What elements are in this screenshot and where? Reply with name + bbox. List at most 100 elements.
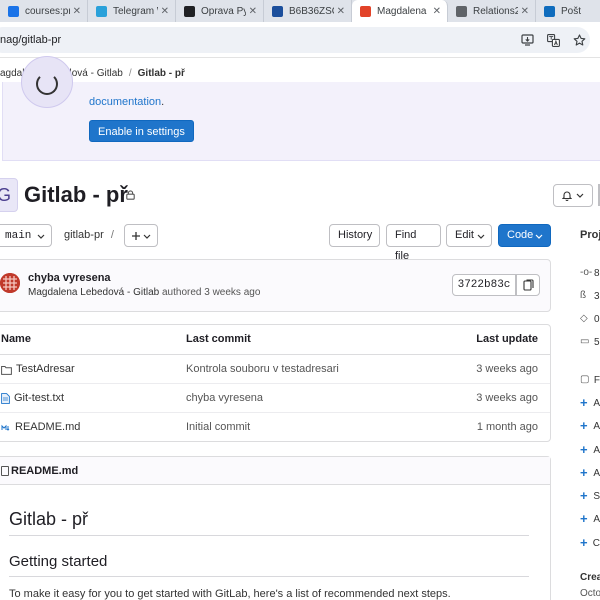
- browser-tab[interactable]: courses:pro✕: [0, 0, 88, 22]
- file-last-commit[interactable]: Kontrola souboru v testadresari: [186, 355, 339, 384]
- tab-favicon-icon: [456, 5, 467, 17]
- sidebar-item[interactable]: ▭ 5: [580, 335, 600, 349]
- tab-close-icon[interactable]: ✕: [73, 6, 81, 17]
- copy-icon: [522, 279, 534, 291]
- lock-icon: [126, 190, 135, 200]
- readme-filename[interactable]: README.md: [11, 465, 78, 477]
- branch-selector[interactable]: main: [0, 224, 52, 247]
- breadcrumb-current[interactable]: Gitlab - př: [138, 68, 185, 79]
- documentation-link[interactable]: documentation: [89, 96, 161, 108]
- tab-label: Magdalena: [377, 5, 427, 17]
- tab-label: Telegram W: [113, 5, 158, 17]
- file-icon: [1, 466, 9, 476]
- find-file-button[interactable]: Find file: [386, 224, 441, 262]
- sidebar-item[interactable]: + A: [580, 512, 600, 526]
- sidebar-item[interactable]: ▢ F: [580, 373, 600, 387]
- sidebar-item-icon: ß: [580, 290, 587, 301]
- file-name-cell[interactable]: TestAdresar: [1, 355, 75, 384]
- sidebar-item[interactable]: + A: [580, 466, 600, 480]
- chevron-down-icon: [477, 234, 485, 239]
- folder-icon: [1, 365, 12, 375]
- table-row[interactable]: TestAdresar Kontrola souboru v testadresa…: [0, 355, 550, 384]
- file-last-update: 1 month ago: [476, 421, 538, 433]
- file-last-commit[interactable]: chyba vyresena: [186, 384, 263, 413]
- tab-close-icon[interactable]: ✕: [337, 6, 345, 17]
- browser-tab-strip: courses:pro✕Telegram W✕Oprava Pyth✕B6B36…: [0, 0, 600, 22]
- tab-close-icon[interactable]: ✕: [433, 6, 441, 17]
- file-name[interactable]: TestAdresar: [16, 355, 75, 384]
- sidebar-item-label: 8: [594, 267, 600, 279]
- sidebar-item-label: A: [593, 420, 600, 432]
- translate-icon[interactable]: [546, 33, 560, 47]
- readme-header: README.md: [0, 457, 550, 485]
- banner-link-suffix: .: [161, 96, 165, 108]
- created-on-date: Octo: [580, 588, 600, 599]
- sidebar-item-icon: +: [580, 511, 588, 526]
- sidebar-item-icon: ▢: [580, 374, 590, 385]
- bookmark-star-icon[interactable]: [572, 33, 586, 47]
- project-title: Gitlab - př: [24, 182, 128, 207]
- file-name[interactable]: README.md: [15, 413, 80, 441]
- sidebar-item[interactable]: -o- 8: [580, 266, 600, 280]
- code-dropdown[interactable]: Code: [498, 224, 551, 247]
- commit-author[interactable]: Magdalena Lebedová - Gitlab: [28, 287, 159, 298]
- tab-label: B6B36ZSO: [289, 5, 334, 17]
- file-table-header: Name Last commit Last update: [0, 325, 550, 355]
- sidebar-item[interactable]: + S: [580, 489, 600, 503]
- browser-tab[interactable]: Pošt: [536, 0, 600, 22]
- url-text[interactable]: nag/gitlab-pr: [0, 34, 61, 46]
- sidebar-item-icon: ▭: [580, 336, 590, 347]
- copy-sha-button[interactable]: [516, 274, 540, 296]
- table-row[interactable]: README.md Initial commit 1 month ago: [0, 413, 550, 441]
- commit-sha[interactable]: 3722b83c: [452, 274, 516, 296]
- table-row[interactable]: Git-test.txt chyba vyresena 3 weeks ago: [0, 384, 550, 413]
- file-last-update: 3 weeks ago: [476, 392, 538, 404]
- file-icon: [1, 393, 10, 404]
- chevron-down-icon: [37, 234, 45, 239]
- sidebar-item[interactable]: + A: [580, 443, 600, 457]
- repo-path[interactable]: gitlab-pr: [64, 229, 104, 241]
- tab-close-icon[interactable]: ✕: [161, 6, 169, 17]
- sidebar-item-label: 3: [594, 290, 600, 302]
- sidebar-item-icon: +: [580, 442, 588, 457]
- plus-icon: [132, 232, 140, 240]
- tab-label: courses:pro: [25, 5, 70, 17]
- file-name[interactable]: Git-test.txt: [14, 384, 64, 413]
- install-app-icon[interactable]: [520, 33, 534, 47]
- tab-favicon-icon: [96, 5, 107, 17]
- sidebar-item[interactable]: + A: [580, 396, 600, 410]
- browser-tab[interactable]: Oprava Pyth✕: [176, 0, 264, 22]
- address-bar-icons: [520, 33, 586, 47]
- sidebar-item[interactable]: + A: [580, 419, 600, 433]
- author-avatar[interactable]: [0, 273, 20, 293]
- sidebar-item[interactable]: ◇ 0: [580, 312, 600, 326]
- commit-title[interactable]: chyba vyresena: [28, 272, 111, 284]
- path-separator: /: [110, 229, 114, 241]
- sidebar-item-label: S: [593, 490, 600, 502]
- sidebar-item[interactable]: + C: [580, 536, 600, 550]
- add-file-dropdown[interactable]: [124, 224, 158, 247]
- sidebar-item[interactable]: ß3: [580, 289, 600, 303]
- file-name-cell[interactable]: Git-test.txt: [1, 384, 64, 413]
- file-last-commit[interactable]: Initial commit: [186, 413, 250, 441]
- history-button[interactable]: History: [329, 224, 380, 247]
- branch-name: main: [5, 230, 32, 242]
- readme-heading-rule: [9, 576, 529, 577]
- browser-tab[interactable]: Relations20✕: [448, 0, 536, 22]
- tab-close-icon[interactable]: ✕: [521, 6, 529, 17]
- enable-in-settings-button[interactable]: Enable in settings: [89, 120, 194, 142]
- sidebar-item-label: A: [593, 513, 600, 525]
- browser-tab[interactable]: B6B36ZSO✕: [264, 0, 352, 22]
- file-name-cell[interactable]: README.md: [1, 413, 80, 441]
- sidebar-item-label: C: [592, 537, 600, 549]
- edit-dropdown[interactable]: Edit: [446, 224, 492, 247]
- tab-close-icon[interactable]: ✕: [249, 6, 257, 17]
- url-box[interactable]: [0, 27, 590, 53]
- sidebar-item-icon: ◇: [580, 313, 588, 324]
- browser-tab[interactable]: Telegram W✕: [88, 0, 176, 22]
- tab-favicon-icon: [544, 5, 555, 17]
- notification-button[interactable]: [553, 184, 593, 207]
- readme-panel: README.md Gitlab - př Getting started To…: [0, 456, 551, 600]
- col-last-commit-header: Last commit: [186, 333, 251, 345]
- browser-tab[interactable]: Magdalena ✕: [352, 0, 448, 22]
